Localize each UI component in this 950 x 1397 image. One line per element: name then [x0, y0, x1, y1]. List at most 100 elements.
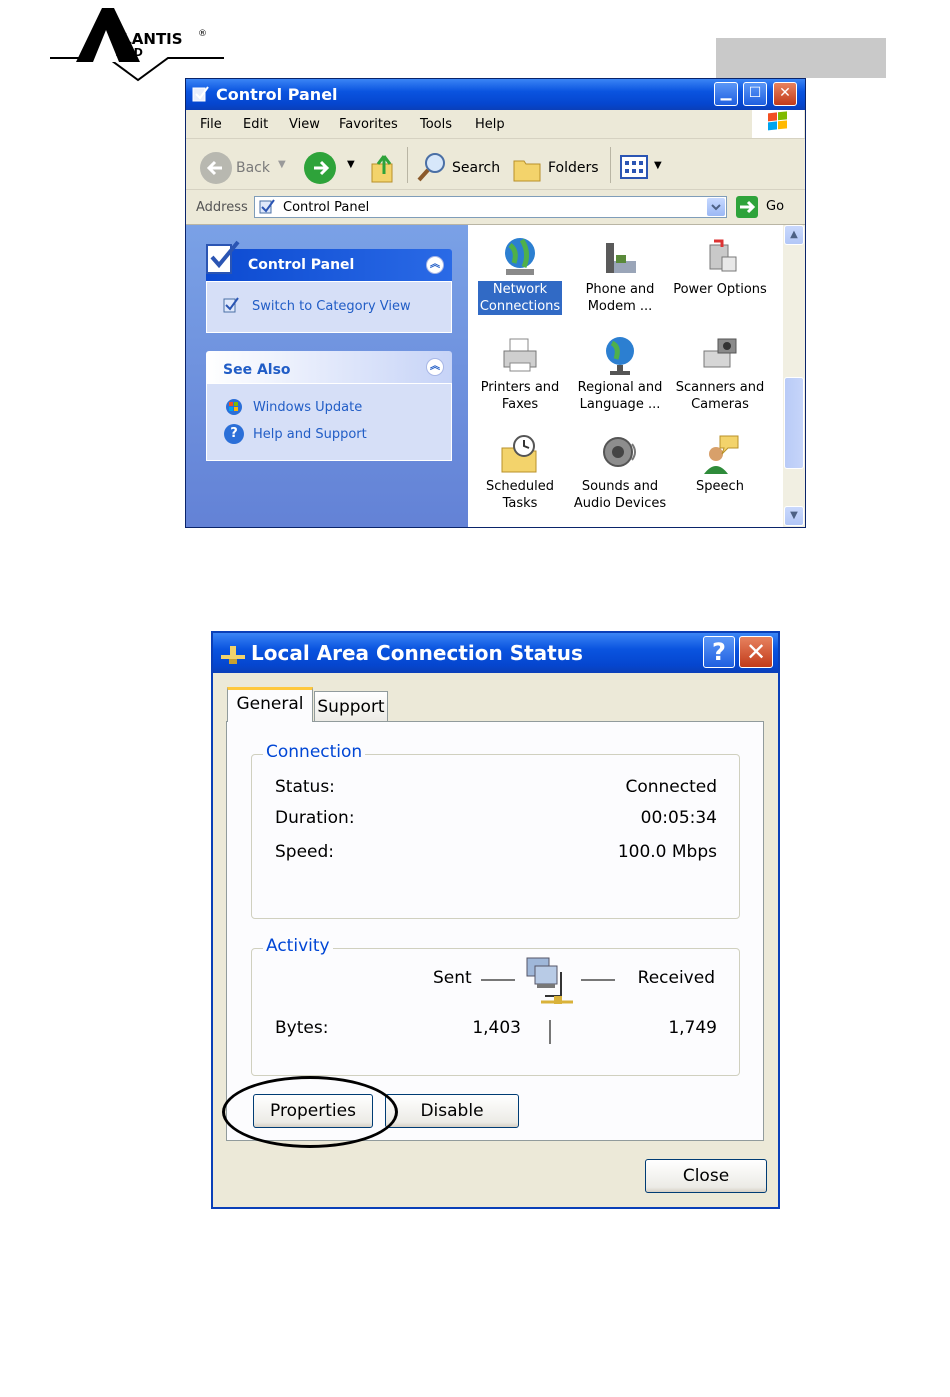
task-title: Control Panel: [248, 257, 355, 273]
help-icon: ?: [224, 424, 244, 444]
tab-general[interactable]: General: [227, 687, 313, 722]
disable-button[interactable]: Disable: [385, 1094, 519, 1128]
regional-and-language-item[interactable]: Regional and Language ...: [570, 333, 670, 413]
control-panel-task-header[interactable]: Control Panel ︽: [206, 240, 452, 281]
tab-support[interactable]: Support: [314, 691, 388, 721]
speech-label: Speech: [696, 479, 744, 494]
network-computers-icon: [519, 952, 579, 1008]
back-button[interactable]: Back: [236, 160, 270, 176]
maximize-icon: ☐: [748, 85, 762, 101]
menu-tools[interactable]: Tools: [420, 117, 452, 132]
folders-button[interactable]: Folders: [548, 160, 599, 176]
control-panel-titlebar[interactable]: Control Panel ▁ ☐ ✕: [186, 79, 805, 110]
address-value: Control Panel: [283, 200, 370, 215]
switch-category-view-link[interactable]: Switch to Category View: [252, 299, 411, 314]
scanners-and-cameras-item[interactable]: Scanners and Cameras: [670, 333, 770, 413]
sounds-and-audio-item[interactable]: Sounds and Audio Devices: [570, 432, 670, 512]
sent-label: Sent: [433, 968, 472, 988]
back-dropdown-icon[interactable]: ▼: [278, 159, 286, 170]
scanners-and-cameras-label: Scanners and Cameras: [675, 380, 765, 412]
network-connections-item[interactable]: Network Connections: [470, 235, 570, 315]
bytes-received-value: 1,749: [668, 1018, 717, 1038]
icon-view: Network Connections Phone and Modem ... Po…: [468, 225, 783, 527]
received-line: [581, 979, 615, 981]
minimize-button[interactable]: ▁: [714, 82, 738, 106]
forward-dropdown-icon[interactable]: ▼: [347, 159, 355, 170]
folders-icon[interactable]: [512, 153, 544, 183]
speech-item[interactable]: Speech: [670, 432, 770, 495]
header-gray-box: [716, 38, 886, 78]
forward-arrow-icon[interactable]: [304, 152, 336, 184]
menu-file[interactable]: File: [200, 117, 222, 132]
sounds-and-audio-label: Sounds and Audio Devices: [573, 479, 667, 511]
control-panel-icon: [192, 85, 210, 103]
scanner-camera-icon: [700, 333, 740, 377]
connection-group-label: Connection: [263, 742, 366, 762]
menu-favorites[interactable]: Favorites: [339, 117, 398, 132]
help-button[interactable]: ?: [703, 636, 735, 668]
views-icon[interactable]: [620, 155, 650, 179]
scroll-thumb[interactable]: [784, 377, 804, 469]
status-label: Status:: [275, 777, 335, 797]
duration-value: 00:05:34: [640, 808, 717, 828]
scroll-down-button[interactable]: ▼: [784, 506, 804, 526]
close-button[interactable]: ✕: [739, 636, 773, 668]
back-arrow-icon[interactable]: [200, 152, 232, 184]
toolbar-separator: [407, 147, 408, 183]
bytes-divider: [549, 1020, 551, 1044]
see-also-header[interactable]: See Also ︽: [206, 351, 452, 383]
power-options-item[interactable]: Power Options: [670, 235, 770, 298]
speaker-icon: [600, 432, 640, 476]
address-dropdown-button[interactable]: [707, 198, 725, 216]
task-pane: Control Panel ︽ Switch to Category View …: [186, 225, 468, 527]
see-also-title: See Also: [223, 362, 291, 378]
address-field[interactable]: Control Panel: [254, 196, 727, 218]
collapse-icon[interactable]: ︽: [426, 358, 444, 376]
bytes-sent-value: 1,403: [472, 1018, 521, 1038]
menu-help[interactable]: Help: [475, 117, 505, 132]
scheduled-tasks-label: Scheduled Tasks: [486, 479, 554, 511]
vertical-scrollbar[interactable]: ▲ ▼: [783, 225, 805, 527]
lac-title: Local Area Connection Status: [251, 641, 583, 665]
up-folder-icon[interactable]: [370, 152, 398, 184]
speed-label: Speed:: [275, 842, 335, 862]
menu-view[interactable]: View: [289, 117, 320, 132]
power-options-label: Power Options: [673, 282, 767, 297]
network-connections-label: Network Connections: [477, 281, 563, 315]
phone-and-modem-label: Phone and Modem ...: [585, 282, 655, 314]
scroll-up-button[interactable]: ▲: [784, 225, 804, 245]
window-title: Control Panel: [216, 85, 338, 104]
go-button[interactable]: Go: [766, 199, 784, 214]
collapse-icon[interactable]: ︽: [426, 256, 444, 274]
speed-value: 100.0 Mbps: [617, 842, 717, 862]
close-button[interactable]: ✕: [773, 82, 797, 106]
views-dropdown-icon[interactable]: ▼: [654, 160, 662, 171]
scheduled-tasks-item[interactable]: Scheduled Tasks: [470, 432, 570, 512]
windows-flag-icon: [752, 110, 804, 138]
go-arrow-icon[interactable]: [736, 196, 758, 218]
close-dialog-button[interactable]: Close: [645, 1159, 767, 1193]
search-button[interactable]: Search: [452, 160, 500, 176]
network-connection-icon: [219, 643, 247, 665]
svg-text:®: ®: [198, 29, 207, 39]
phone-and-modem-item[interactable]: Phone and Modem ...: [570, 235, 670, 315]
phone-modem-icon: [600, 235, 640, 279]
question-icon: ?: [712, 638, 726, 666]
menu-edit[interactable]: Edit: [243, 117, 268, 132]
printers-and-faxes-item[interactable]: Printers and Faxes: [470, 333, 570, 413]
atlantis-land-logo: TLANTIS ® AND: [48, 6, 228, 86]
address-bar: Address Control Panel Go: [186, 190, 805, 225]
control-panel-small-icon: [259, 199, 277, 215]
see-also-body: Windows Update ? Help and Support: [206, 383, 452, 461]
regional-and-language-label: Regional and Language ...: [577, 380, 663, 412]
menu-bar: File Edit View Favorites Tools Help: [186, 110, 805, 139]
activity-group-label: Activity: [263, 936, 333, 956]
close-icon: ✕: [779, 85, 791, 101]
help-and-support-link[interactable]: Help and Support: [253, 427, 367, 442]
search-icon[interactable]: [416, 151, 448, 183]
minimize-icon: ▁: [720, 85, 732, 101]
control-panel-small-icon: [223, 296, 241, 314]
windows-update-link[interactable]: Windows Update: [253, 400, 362, 415]
lac-titlebar[interactable]: Local Area Connection Status ? ✕: [213, 633, 778, 673]
maximize-button[interactable]: ☐: [743, 82, 767, 106]
